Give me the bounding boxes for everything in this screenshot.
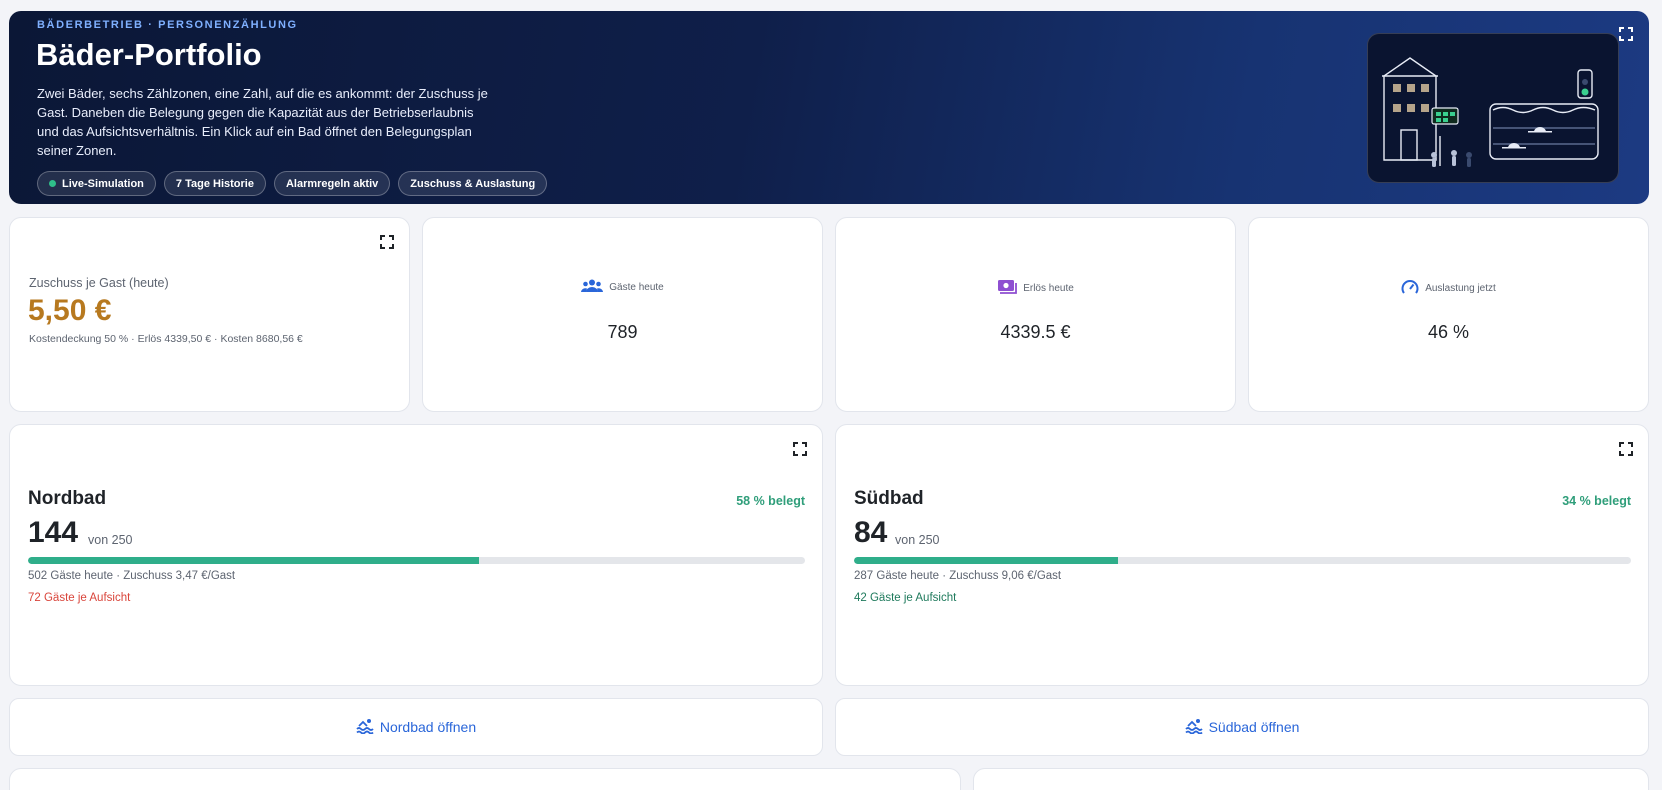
subsidy-per-guest-card: Zuschuss je Gast (heute) 5,50 € Kostende… — [9, 217, 410, 412]
cash-icon — [997, 279, 1018, 298]
hero-chips: Live-Simulation 7 Tage Historie Alarmreg… — [37, 171, 548, 196]
chip-label: Zuschuss & Auslastung — [410, 177, 536, 190]
occupancy-bar-fill — [854, 557, 1119, 564]
occupancy-bar-fill — [28, 557, 479, 564]
open-suedbad-button[interactable]: Südbad öffnen — [835, 698, 1649, 756]
guests-today-card: Gäste heute 789 — [422, 217, 823, 412]
chip-alarm-rules: Alarmregeln aktiv — [273, 171, 391, 196]
capacity-label: von 250 — [88, 533, 133, 547]
suedbad-card[interactable]: Südbad 34 % belegt 84 von 250 287 Gäste … — [835, 424, 1649, 686]
lower-panel-left — [9, 768, 961, 790]
hero-description: Zwei Bäder, sechs Zählzonen, eine Zahl, … — [37, 86, 488, 158]
open-nordbad-label: Nordbad öffnen — [379, 719, 477, 735]
utilization-value: 46 % — [1427, 322, 1470, 342]
occupancy-bar — [28, 557, 805, 564]
fullscreen-icon[interactable] — [1619, 442, 1635, 458]
bath-summary: 502 Gäste heute · Zuschuss 3,47 €/Gast — [28, 570, 236, 582]
subsidy-label: Zuschuss je Gast (heute) — [29, 276, 169, 290]
lower-panel-right — [973, 768, 1649, 790]
open-nordbad-button[interactable]: Nordbad öffnen — [9, 698, 823, 756]
guests-value: 789 — [607, 322, 638, 342]
supervision-ratio: 72 Gäste je Aufsicht — [28, 592, 131, 604]
bath-name: Nordbad — [28, 488, 107, 509]
chip-label: Live-Simulation — [62, 177, 144, 190]
fullscreen-icon[interactable] — [793, 442, 809, 458]
occupancy-badge: 58 % belegt — [736, 494, 805, 508]
revenue-value: 4339.5 € — [1000, 322, 1071, 342]
revenue-today-card: Erlös heute 4339.5 € — [835, 217, 1236, 412]
swimmer-icon — [356, 718, 374, 737]
users-icon — [581, 279, 604, 296]
utilization-now-card: Auslastung jetzt 46 % — [1248, 217, 1649, 412]
nordbad-card[interactable]: Nordbad 58 % belegt 144 von 250 502 Gäst… — [9, 424, 823, 686]
chip-label: Alarmregeln aktiv — [285, 177, 379, 190]
current-guest-count: 84 — [854, 516, 888, 549]
capacity-label: von 250 — [895, 533, 940, 547]
pool-building-illustration — [1367, 33, 1619, 183]
current-guest-count: 144 — [28, 516, 79, 549]
gauge-icon — [1401, 279, 1419, 298]
fullscreen-icon[interactable] — [380, 235, 396, 251]
occupancy-badge: 34 % belegt — [1562, 494, 1631, 508]
hero-fullscreen-icon[interactable] — [1619, 27, 1635, 43]
occupancy-bar — [854, 557, 1631, 564]
guests-label: Gäste heute — [609, 282, 664, 293]
utilization-label: Auslastung jetzt — [1425, 283, 1496, 294]
bath-name: Südbad — [854, 488, 924, 509]
hero-banner: BÄDERBETRIEB · PERSONENZÄHLUNG Bäder-Por… — [9, 11, 1649, 204]
bath-summary: 287 Gäste heute · Zuschuss 9,06 €/Gast — [854, 570, 1062, 582]
subsidy-detail: Kostendeckung 50 % · Erlös 4339,50 € · K… — [29, 333, 303, 345]
chip-history: 7 Tage Historie — [163, 171, 266, 196]
subsidy-value: 5,50 € — [28, 294, 112, 327]
swimmer-icon — [1184, 718, 1203, 737]
chip-subsidy-utilization: Zuschuss & Auslastung — [398, 171, 548, 196]
open-suedbad-label: Südbad öffnen — [1208, 719, 1300, 735]
live-status-dot — [49, 180, 56, 187]
chip-label: 7 Tage Historie — [175, 177, 254, 190]
revenue-label: Erlös heute — [1023, 283, 1074, 294]
supervision-ratio: 42 Gäste je Aufsicht — [854, 592, 957, 604]
page-title: Bäder-Portfolio — [36, 37, 262, 72]
chip-live-simulation: Live-Simulation — [37, 171, 156, 196]
hero-kicker: BÄDERBETRIEB · PERSONENZÄHLUNG — [37, 19, 298, 31]
